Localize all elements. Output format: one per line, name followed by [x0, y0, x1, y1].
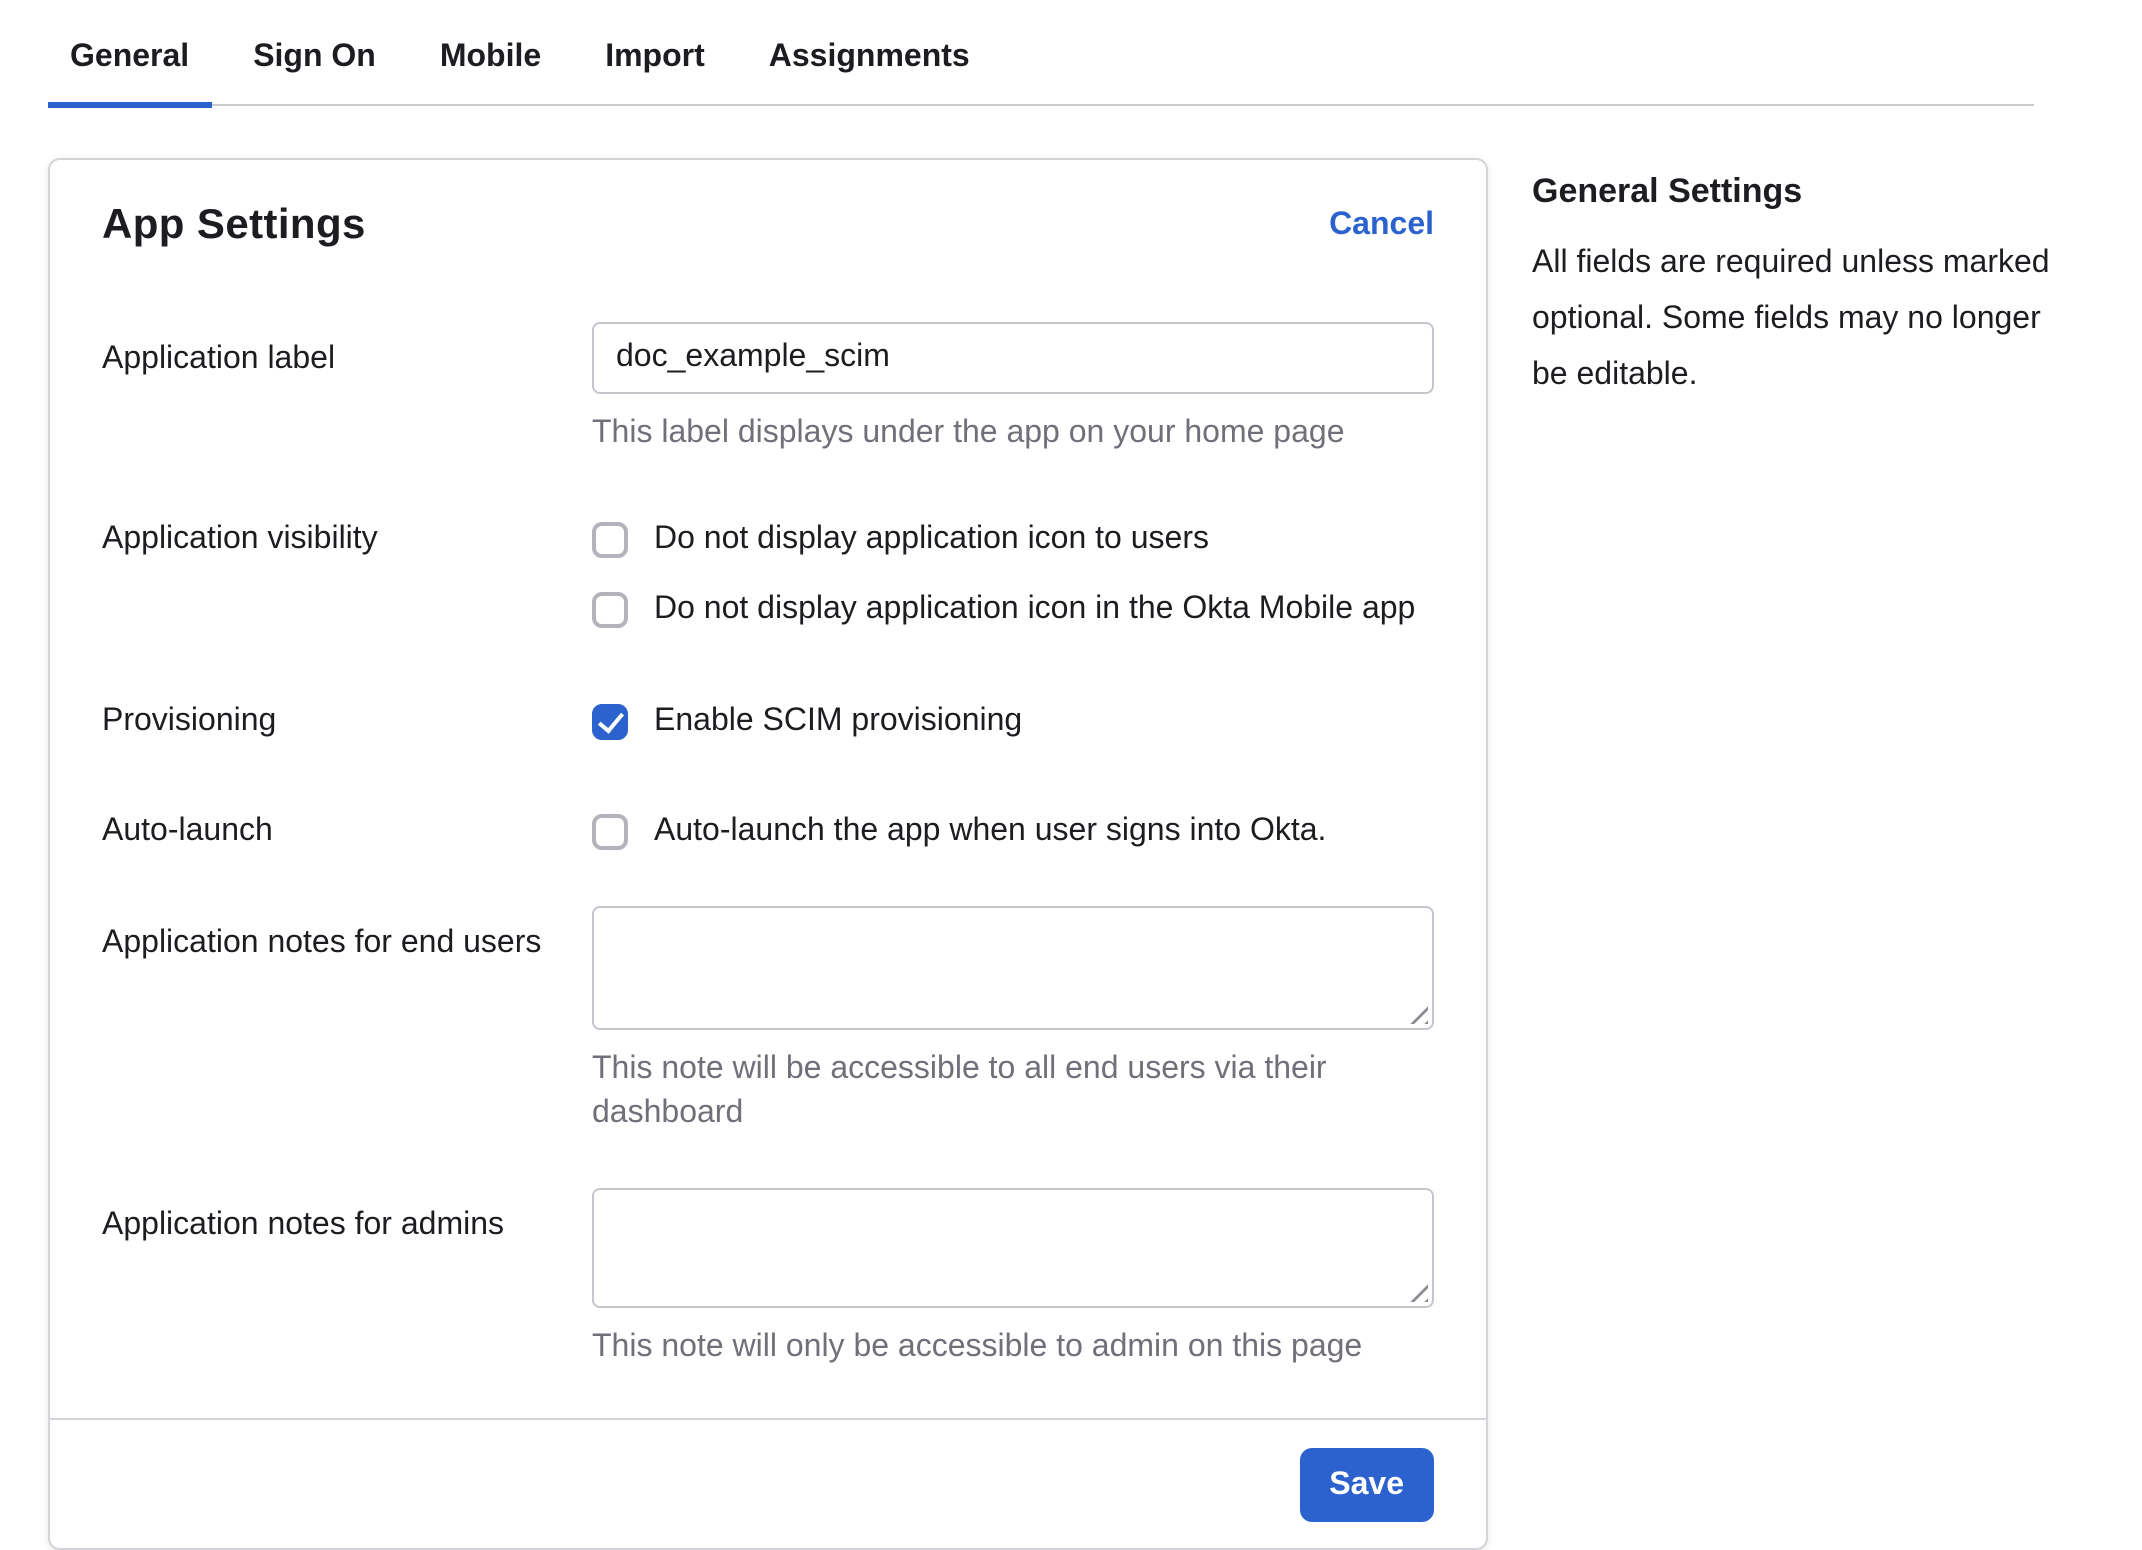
card-header: App Settings Cancel [102, 202, 1434, 250]
hide-icon-users-label: Do not display application icon to users [654, 518, 1209, 562]
cancel-link[interactable]: Cancel [1329, 208, 1434, 244]
tab-general[interactable]: General [48, 38, 211, 104]
visibility-users-option: Do not display application icon to users [592, 518, 1434, 562]
tab-sign-on[interactable]: Sign On [231, 38, 398, 104]
application-label-input[interactable] [592, 322, 1434, 394]
card-title: App Settings [102, 202, 366, 250]
visibility-mobile-option: Do not display application icon in the O… [592, 588, 1434, 632]
provisioning-label: Provisioning [102, 700, 592, 744]
help-sidebar: General Settings All fields are required… [1532, 158, 2068, 404]
application-label-row: Application label This label displays un… [102, 322, 1434, 456]
application-visibility-label: Application visibility [102, 518, 592, 632]
application-label-label: Application label [102, 322, 592, 456]
main-content: App Settings Cancel Application label Th… [48, 158, 2142, 1550]
app-settings-card: App Settings Cancel Application label Th… [48, 158, 1488, 1550]
end-user-notes-textarea[interactable] [592, 906, 1434, 1030]
end-user-notes-hint: This note will be accessible to all end … [592, 1048, 1434, 1136]
application-visibility-row: Application visibility Do not display ap… [102, 518, 1434, 632]
hide-icon-mobile-checkbox[interactable] [592, 592, 628, 628]
app-tab-bar: General Sign On Mobile Import Assignment… [48, 0, 2034, 106]
admin-notes-textarea[interactable] [592, 1188, 1434, 1308]
card-footer: Save [50, 1418, 1486, 1548]
hide-icon-users-checkbox[interactable] [592, 522, 628, 558]
application-label-hint: This label displays under the app on you… [592, 412, 1434, 456]
hide-icon-mobile-label: Do not display application icon in the O… [654, 588, 1415, 632]
admin-notes-hint: This note will only be accessible to adm… [592, 1326, 1434, 1370]
auto-launch-option: Auto-launch the app when user signs into… [592, 810, 1434, 854]
sidebar-description: All fields are required unless marked op… [1532, 236, 2068, 404]
end-user-notes-label: Application notes for end users [102, 906, 592, 1136]
admin-notes-row: Application notes for admins This note w… [102, 1188, 1434, 1370]
end-user-notes-row: Application notes for end users This not… [102, 906, 1434, 1136]
auto-launch-row: Auto-launch Auto-launch the app when use… [102, 810, 1434, 854]
sidebar-title: General Settings [1532, 172, 2068, 212]
auto-launch-option-label: Auto-launch the app when user signs into… [654, 810, 1326, 854]
enable-scim-label: Enable SCIM provisioning [654, 700, 1022, 744]
save-button[interactable]: Save [1299, 1448, 1434, 1522]
tab-mobile[interactable]: Mobile [418, 38, 563, 104]
provisioning-option: Enable SCIM provisioning [592, 700, 1434, 744]
provisioning-row: Provisioning Enable SCIM provisioning [102, 700, 1434, 744]
auto-launch-label: Auto-launch [102, 810, 592, 854]
tab-import[interactable]: Import [583, 38, 727, 104]
enable-scim-checkbox[interactable] [592, 704, 628, 740]
admin-notes-label: Application notes for admins [102, 1188, 592, 1370]
page: General Sign On Mobile Import Assignment… [0, 0, 2142, 1516]
auto-launch-checkbox[interactable] [592, 814, 628, 850]
tab-assignments[interactable]: Assignments [747, 38, 992, 104]
